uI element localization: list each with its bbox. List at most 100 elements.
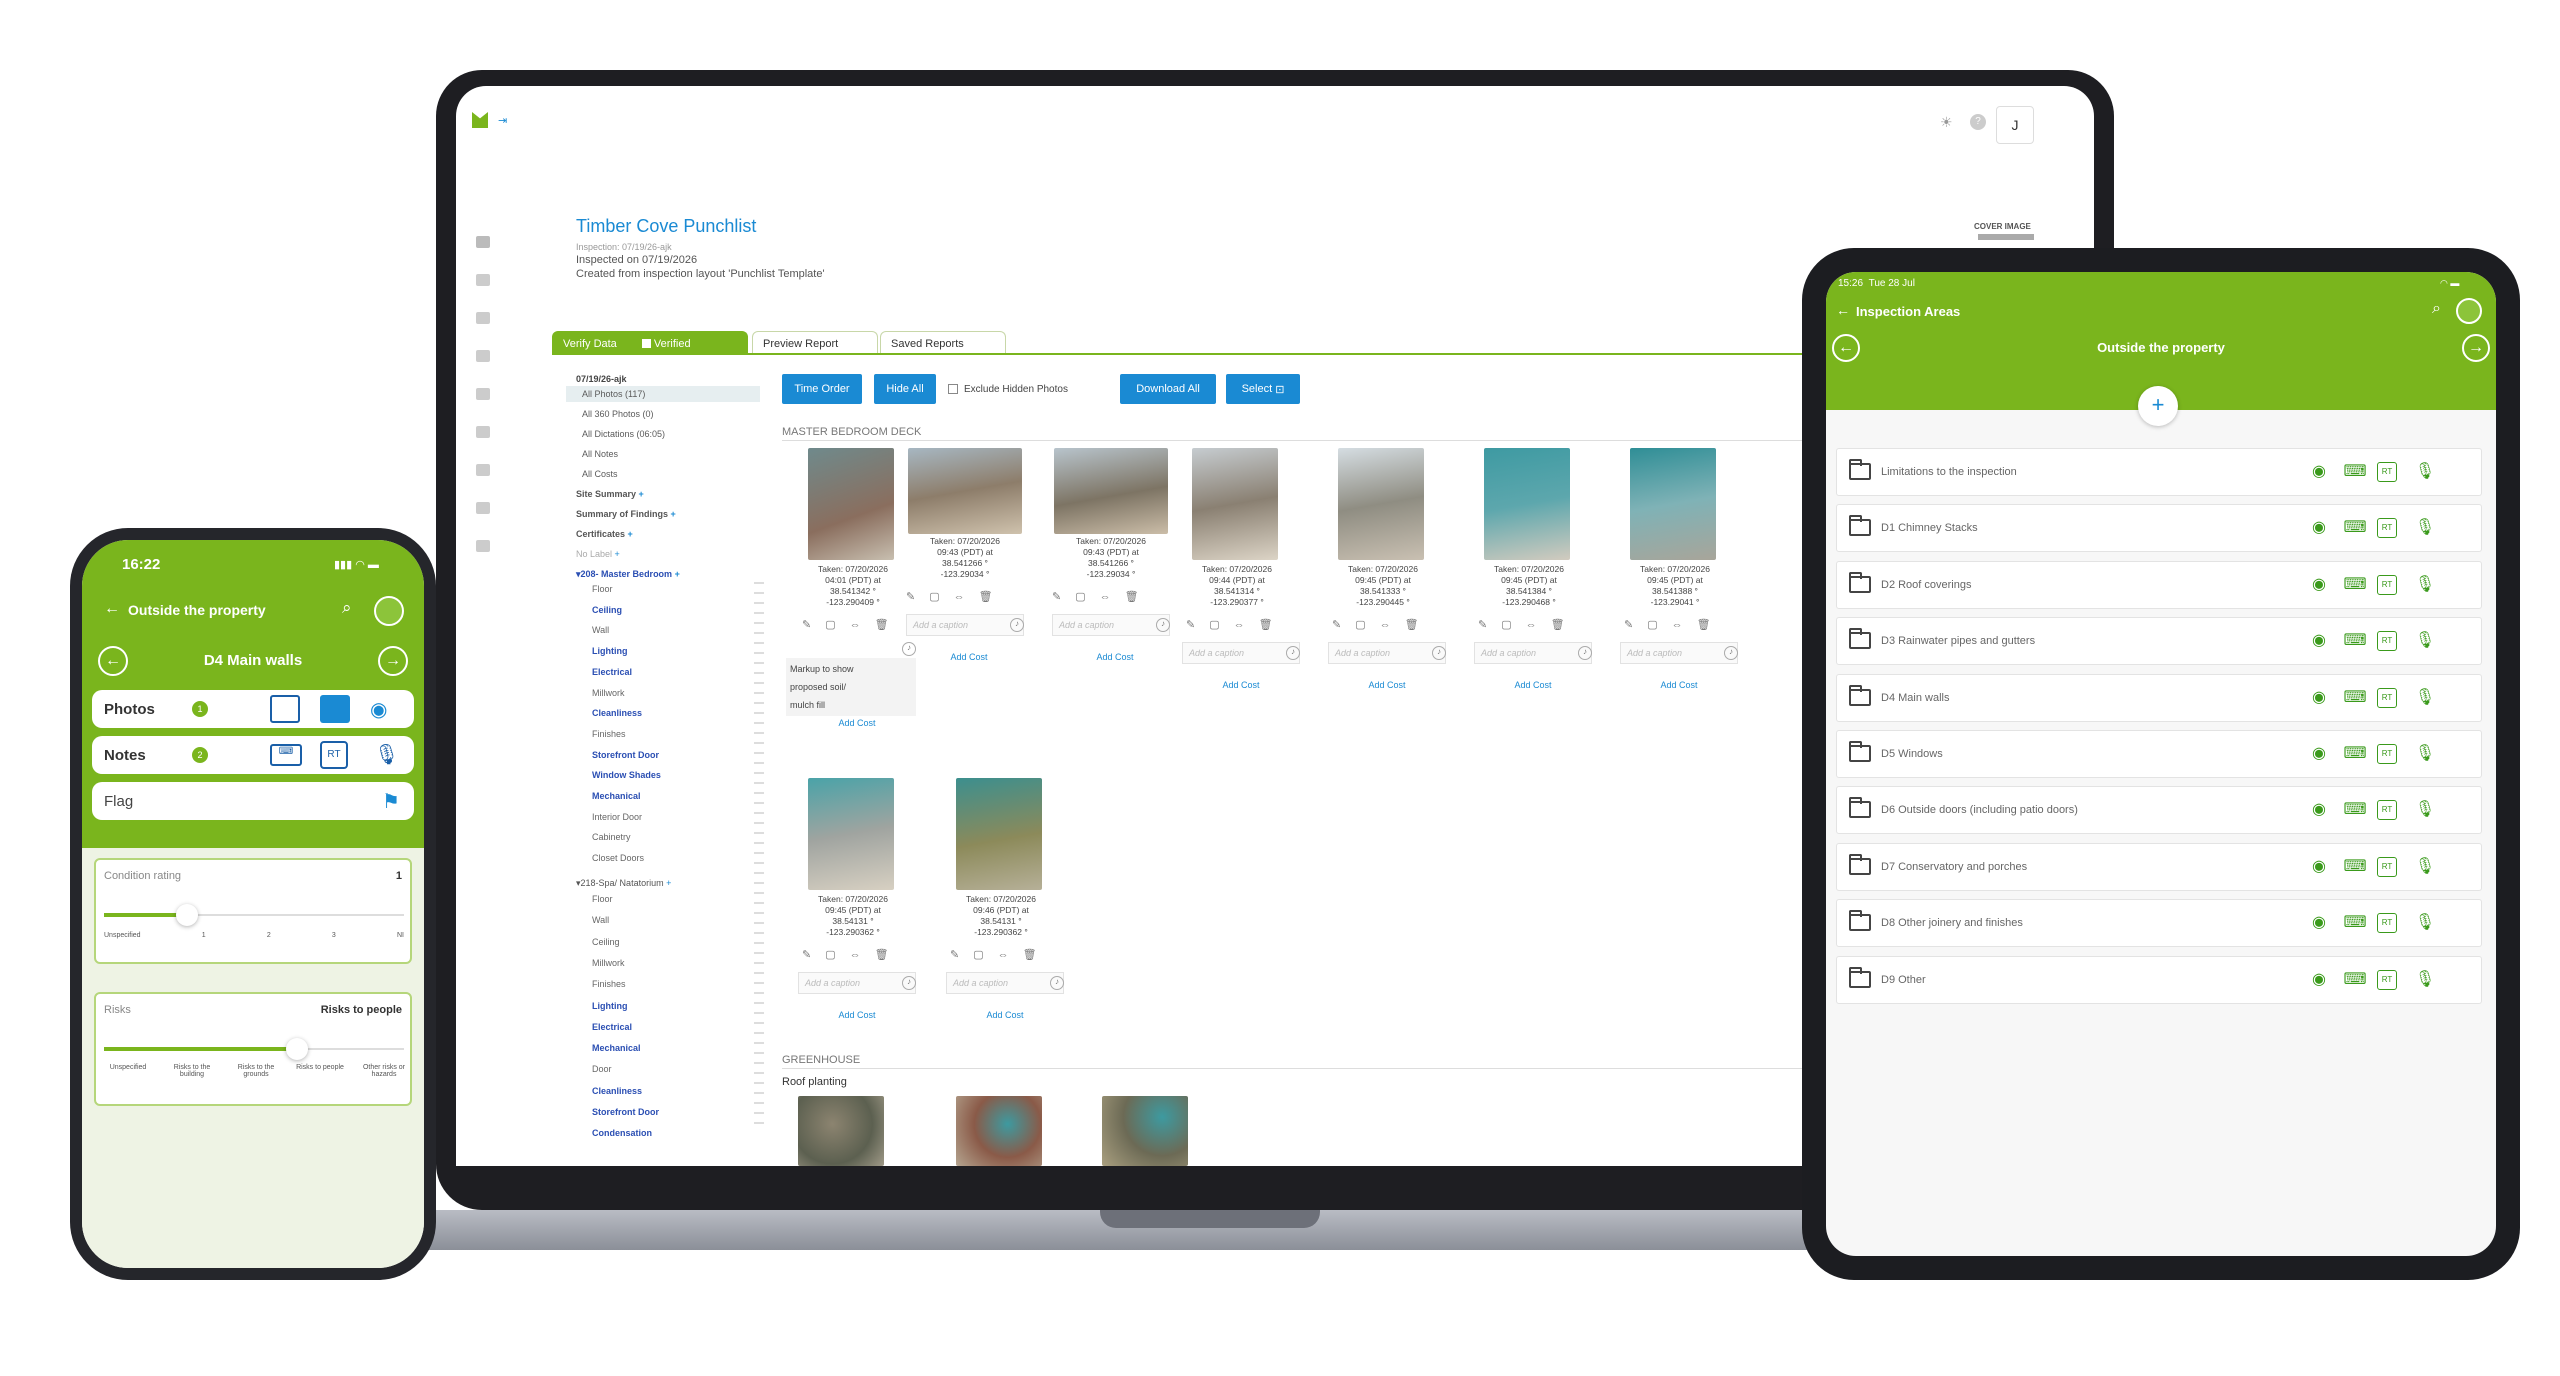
- add-cost-link[interactable]: Add Cost: [1196, 680, 1286, 690]
- keyboard-icon[interactable]: ⌨: [2343, 461, 2367, 483]
- caption-mic-icon[interactable]: ♪: [1010, 618, 1024, 632]
- add-cost-link[interactable]: Add Cost: [924, 652, 1014, 662]
- keyboard-icon[interactable]: ⌨: [2343, 687, 2367, 709]
- inspection-photo[interactable]: [1338, 448, 1424, 560]
- next-arrow-icon[interactable]: →: [378, 646, 408, 676]
- image-icon[interactable]: [320, 695, 350, 723]
- phone-back-title[interactable]: Outside the property: [128, 602, 266, 618]
- add-cost-link[interactable]: Add Cost: [1342, 680, 1432, 690]
- microphone-icon[interactable]: 🎙: [2413, 517, 2437, 539]
- microphone-icon[interactable]: 🎙: [2413, 461, 2437, 483]
- inspection-area-row[interactable]: Limitations to the inspection ◉ ⌨ RT 🎙: [1836, 448, 2482, 496]
- camera-icon[interactable]: ◉: [370, 697, 387, 722]
- inspection-area-row[interactable]: D8 Other joinery and finishes ◉ ⌨ RT 🎙: [1836, 899, 2482, 948]
- inspection-area-row[interactable]: D6 Outside doors (including patio doors)…: [1836, 786, 2482, 835]
- camera-icon[interactable]: ◉: [2307, 687, 2331, 709]
- caption-mic-icon[interactable]: ♪: [902, 976, 916, 990]
- photo-greenhouse-3[interactable]: [1102, 1096, 1188, 1166]
- photo-tools[interactable]: ✎▢⇔🗑: [802, 948, 903, 961]
- camera-icon[interactable]: ◉: [2307, 630, 2331, 652]
- camera-icon[interactable]: ◉: [2307, 574, 2331, 596]
- flag-icon[interactable]: ⚑: [382, 789, 400, 814]
- microphone-icon[interactable]: 🎙: [2413, 969, 2437, 991]
- photo-tools[interactable]: ✎▢⇔🗑: [802, 618, 903, 631]
- progress-ring-icon[interactable]: [374, 596, 404, 626]
- keyboard-icon[interactable]: ⌨: [2343, 574, 2367, 596]
- rt-icon[interactable]: RT: [2377, 518, 2397, 539]
- back-arrow-icon[interactable]: ←: [104, 600, 120, 618]
- inspection-photo[interactable]: [1630, 448, 1716, 560]
- keyboard-icon[interactable]: ⌨: [2343, 517, 2367, 539]
- keyboard-icon[interactable]: ⌨: [2343, 912, 2367, 934]
- caption-input[interactable]: Add a caption: [906, 614, 1024, 636]
- microphone-icon[interactable]: 🎙: [2413, 574, 2437, 596]
- inspection-area-row[interactable]: D2 Roof coverings ◉ ⌨ RT 🎙: [1836, 560, 2482, 609]
- camera-icon[interactable]: ◉: [2307, 743, 2331, 765]
- caption-input[interactable]: Add a caption: [1052, 614, 1170, 636]
- camera-icon[interactable]: ◉: [2307, 799, 2331, 821]
- rt-icon[interactable]: RT: [2377, 574, 2397, 595]
- prev-arrow-icon[interactable]: ←: [98, 646, 128, 676]
- add-cost-link[interactable]: Add Cost: [1070, 652, 1160, 662]
- caption-mic-icon[interactable]: ♪: [1578, 646, 1592, 660]
- inspection-area-row[interactable]: D9 Other ◉ ⌨ RT 🎙: [1836, 955, 2482, 1004]
- caption-input[interactable]: Add a caption: [1474, 642, 1592, 664]
- rt-icon[interactable]: RT: [2377, 913, 2397, 934]
- keyboard-icon[interactable]: ⌨: [2343, 799, 2367, 821]
- inspection-area-row[interactable]: D7 Conservatory and porches ◉ ⌨ RT 🎙: [1836, 842, 2482, 891]
- caption-input[interactable]: Add a caption: [1328, 642, 1446, 664]
- keyboard-icon[interactable]: ⌨: [2343, 969, 2367, 991]
- inspection-photo[interactable]: [1054, 448, 1168, 534]
- caption-mic-icon[interactable]: ♪: [1724, 646, 1738, 660]
- keyboard-icon[interactable]: ⌨: [270, 744, 302, 766]
- rt-icon[interactable]: RT: [2377, 687, 2397, 708]
- microphone-icon[interactable]: 🎙: [374, 742, 399, 767]
- rt-icon[interactable]: RT: [2377, 744, 2397, 764]
- photo-note[interactable]: Markup to show proposed soil/mulch fill: [786, 658, 916, 716]
- rt-icon[interactable]: RT: [2377, 800, 2397, 821]
- caption-input[interactable]: Add a caption: [946, 972, 1064, 994]
- gallery-icon[interactable]: [270, 695, 300, 723]
- camera-icon[interactable]: ◉: [2307, 517, 2331, 539]
- photos-row[interactable]: Photos 1 ◉: [92, 690, 414, 728]
- inspection-photo[interactable]: [1192, 448, 1278, 560]
- inspection-photo[interactable]: [908, 448, 1022, 534]
- inspection-area-row[interactable]: D4 Main walls ◉ ⌨ RT 🎙: [1836, 673, 2482, 722]
- caption-input[interactable]: Add a caption: [798, 972, 916, 994]
- caption-mic-icon[interactable]: ♪: [1286, 646, 1300, 660]
- caption-mic-icon[interactable]: ♪: [1050, 976, 1064, 990]
- camera-icon[interactable]: ◉: [2307, 912, 2331, 934]
- inspection-photo[interactable]: [808, 778, 894, 890]
- inspection-photo[interactable]: [1484, 448, 1570, 560]
- add-cost-link[interactable]: Add Cost: [960, 1010, 1050, 1020]
- photo-tools[interactable]: ✎▢⇔🗑: [1332, 618, 1433, 631]
- photo-tools[interactable]: ✎▢⇔🗑: [1478, 618, 1579, 631]
- inspection-area-row[interactable]: D3 Rainwater pipes and gutters ◉ ⌨ RT 🎙: [1836, 617, 2482, 666]
- add-cost-link[interactable]: Add Cost: [812, 718, 902, 728]
- inspection-area-row[interactable]: D1 Chimney Stacks ◉ ⌨ RT 🎙: [1836, 504, 2482, 553]
- caption-mic-icon[interactable]: ♪: [1432, 646, 1446, 660]
- search-icon[interactable]: ⌕: [342, 598, 352, 618]
- photo-tools[interactable]: ✎▢⇔🗑: [906, 590, 1007, 603]
- microphone-icon[interactable]: 🎙: [2413, 912, 2437, 934]
- rt-icon[interactable]: RT: [2377, 462, 2397, 482]
- keyboard-icon[interactable]: ⌨: [2343, 743, 2367, 765]
- camera-icon[interactable]: ◉: [2307, 856, 2331, 878]
- note-mic-icon[interactable]: ♪: [902, 642, 916, 656]
- add-cost-link[interactable]: Add Cost: [1634, 680, 1724, 690]
- inspection-photo[interactable]: [956, 778, 1042, 890]
- flag-row[interactable]: Flag ⚑: [92, 782, 414, 820]
- notes-row[interactable]: Notes 2 ⌨ RT 🎙: [92, 736, 414, 774]
- risks-slider-thumb[interactable]: [286, 1038, 308, 1060]
- photo-tools[interactable]: ✎▢⇔🗑: [1186, 618, 1287, 631]
- rt-icon[interactable]: RT: [2377, 969, 2397, 990]
- caption-input[interactable]: Add a caption: [1620, 642, 1738, 664]
- condition-slider-thumb[interactable]: [176, 904, 198, 926]
- caption-mic-icon[interactable]: ♪: [1156, 618, 1170, 632]
- microphone-icon[interactable]: 🎙: [2413, 799, 2437, 821]
- rt-icon[interactable]: RT: [2377, 631, 2397, 652]
- caption-input[interactable]: Add a caption: [1182, 642, 1300, 664]
- inspection-photo[interactable]: [808, 448, 894, 560]
- keyboard-icon[interactable]: ⌨: [2343, 630, 2367, 652]
- photo-tools[interactable]: ✎▢⇔🗑: [1624, 618, 1725, 631]
